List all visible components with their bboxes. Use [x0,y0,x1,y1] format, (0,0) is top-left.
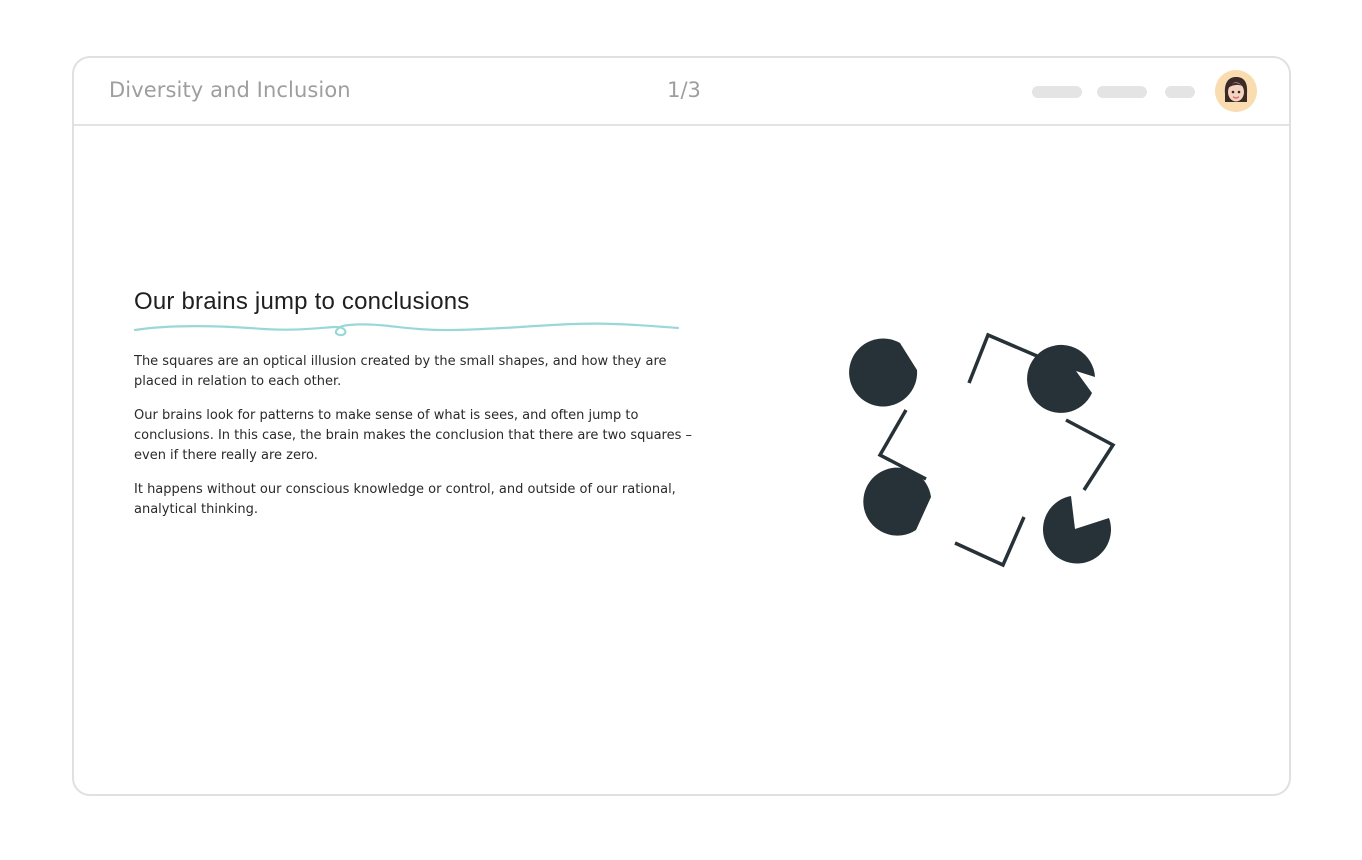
nav-placeholder-2[interactable] [1097,86,1147,98]
illusion-angle-right [1065,418,1116,491]
woman-avatar-icon [1215,70,1257,112]
user-avatar[interactable] [1215,70,1257,112]
illusion-pacman-top-left [849,338,918,407]
lesson-paragraph-1: The squares are an optical illusion crea… [134,354,667,389]
illusion-pacman-bottom-right [1042,496,1111,564]
illusion-angle-bottom [954,516,1026,568]
illusion-angle-left [877,409,927,481]
lesson-paragraph-2: Our brains look for patterns to make sen… [134,408,693,463]
lesson-content: Our brains jump to conclusions The squar… [134,286,694,534]
lesson-title: Our brains jump to conclusions [134,288,470,315]
nav-placeholder-3[interactable] [1165,86,1195,98]
lesson-paragraph-3: It happens without our conscious knowled… [134,482,676,517]
course-title: Diversity and Inclusion [109,78,351,102]
nav-placeholder-1[interactable] [1032,86,1082,98]
decorative-squiggle [134,322,679,337]
optical-illusion-image [849,332,1116,568]
lesson-body: The squares are an optical illusion crea… [134,352,694,520]
page-counter: 1/3 [667,78,701,102]
illusion-angle-top [967,332,1038,384]
lesson-header: Diversity and Inclusion 1/3 [74,58,1289,126]
